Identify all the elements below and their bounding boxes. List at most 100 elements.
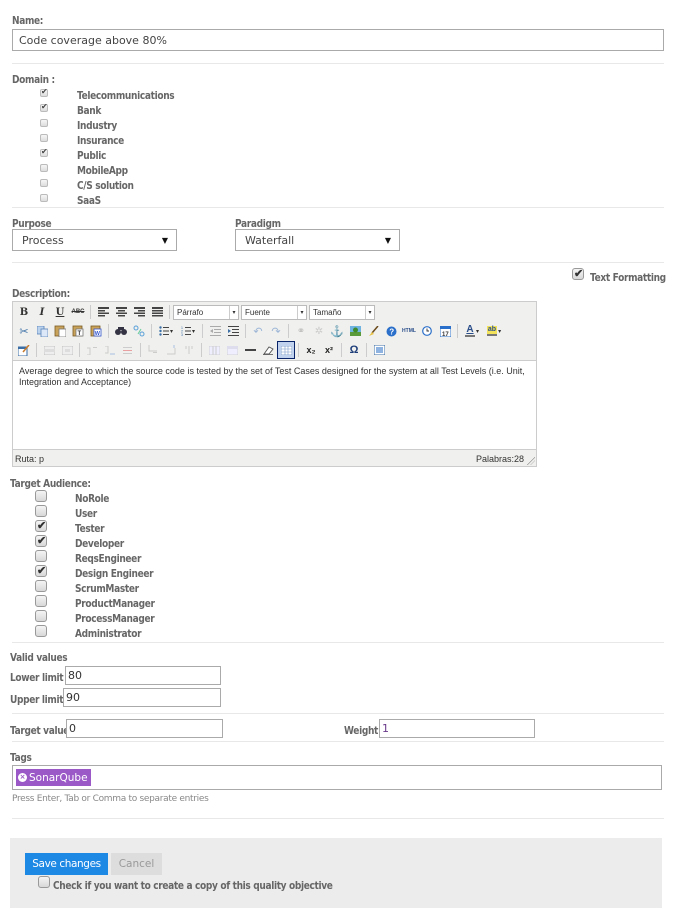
insert-col-before-icon[interactable] — [144, 341, 162, 359]
align-right-icon[interactable] — [130, 303, 148, 321]
domain-checkbox[interactable] — [40, 164, 48, 172]
create-copy-checkbox[interactable] — [38, 876, 50, 888]
target-value-input[interactable]: 0 — [66, 719, 223, 738]
chevron-down-icon: ▾ — [297, 305, 306, 319]
italic-icon[interactable]: I — [33, 303, 51, 321]
chevron-down-icon: ▼ — [384, 236, 391, 245]
remove-format-icon[interactable] — [259, 341, 277, 359]
subscript-icon[interactable]: x₂ — [302, 341, 320, 359]
check-icon: ✔ — [574, 268, 584, 280]
cancel-button[interactable]: Cancel — [111, 853, 162, 875]
audience-checkbox[interactable]: ✔ — [35, 535, 47, 547]
unlink-icon[interactable]: ✲ — [310, 322, 328, 340]
numbered-list-icon[interactable]: 1 2 3 ▾ — [177, 322, 199, 340]
paste-word-icon[interactable]: W — [87, 322, 105, 340]
indent-icon[interactable] — [224, 322, 242, 340]
delete-row-icon[interactable] — [119, 341, 137, 359]
name-label: Name: — [12, 15, 44, 27]
bold-icon[interactable]: B — [15, 303, 33, 321]
upper-limit-input[interactable]: 90 — [63, 688, 221, 707]
domain-checkbox[interactable]: ✔ — [40, 102, 48, 112]
lower-limit-input[interactable]: 80 — [65, 666, 221, 685]
paste-text-icon[interactable]: T — [69, 322, 87, 340]
check-icon: ✔ — [41, 147, 48, 156]
align-center-icon[interactable] — [112, 303, 130, 321]
audience-checkbox[interactable] — [35, 625, 47, 637]
toolbar-separator — [201, 343, 202, 357]
domain-checkbox[interactable]: ✔ — [40, 147, 48, 157]
paste-icon[interactable] — [51, 322, 69, 340]
audience-checkbox[interactable]: ✔ — [35, 565, 47, 577]
insert-time-icon[interactable] — [418, 322, 436, 340]
format-select[interactable]: Párrafo ▾ — [173, 304, 239, 320]
audience-option-label: Administrator — [75, 628, 142, 640]
description-textarea[interactable]: Average degree to which the source code … — [13, 360, 536, 450]
anchor-icon[interactable]: ⚓ — [328, 322, 346, 340]
delete-col-icon[interactable] — [180, 341, 198, 359]
align-left-icon[interactable] — [94, 303, 112, 321]
copy-icon[interactable] — [33, 322, 51, 340]
fullscreen-icon[interactable] — [370, 341, 388, 359]
domain-checkbox[interactable]: ✔ — [40, 87, 48, 97]
split-cells-icon[interactable] — [205, 341, 223, 359]
svg-text:T: T — [78, 331, 82, 337]
outdent-icon[interactable] — [206, 322, 224, 340]
cut-icon[interactable]: ✂ — [15, 322, 33, 340]
paradigm-select[interactable]: Waterfall ▼ — [235, 229, 400, 251]
audience-checkbox[interactable] — [35, 595, 47, 607]
tags-input[interactable]: × SonarQube — [12, 765, 662, 790]
find-icon[interactable] — [112, 322, 130, 340]
audience-checkbox[interactable] — [35, 610, 47, 622]
font-select[interactable]: Fuente ▾ — [241, 304, 307, 320]
underline-icon[interactable]: U — [51, 303, 69, 321]
replace-icon[interactable] — [130, 322, 148, 340]
resize-grip-icon[interactable] — [527, 457, 535, 465]
strikethrough-icon[interactable]: ABC — [69, 303, 87, 321]
horizontal-rule-icon[interactable] — [241, 341, 259, 359]
align-justify-icon[interactable] — [148, 303, 166, 321]
edit-css-icon[interactable] — [15, 341, 33, 359]
divider — [12, 207, 664, 208]
audience-checkbox[interactable] — [35, 505, 47, 517]
text-formatting-checkbox[interactable]: ✔ — [572, 268, 584, 280]
insert-col-after-icon[interactable] — [162, 341, 180, 359]
audience-checkbox[interactable] — [35, 550, 47, 562]
name-input[interactable]: Code coverage above 80% — [12, 29, 664, 51]
tags-label: Tags — [10, 752, 32, 764]
editor-toolbar-row-3: x₂ x² Ω — [15, 341, 388, 359]
purpose-select[interactable]: Process ▼ — [12, 229, 177, 251]
remove-tag-icon[interactable]: × — [18, 773, 27, 782]
save-changes-button[interactable]: Save changes — [25, 853, 108, 875]
link-icon[interactable]: ⚭ — [292, 322, 310, 340]
image-icon[interactable] — [346, 322, 364, 340]
weight-input[interactable]: 1 — [379, 719, 535, 738]
cleanup-icon[interactable] — [364, 322, 382, 340]
highlight-color-icon[interactable]: ab ▾ — [483, 322, 505, 340]
toolbar-separator — [90, 305, 91, 319]
text-color-icon[interactable]: A ▾ — [461, 322, 483, 340]
html-icon[interactable]: HTML — [400, 322, 418, 340]
undo-icon[interactable]: ↶ — [249, 322, 267, 340]
help-icon[interactable]: ? — [382, 322, 400, 340]
redo-icon[interactable]: ↷ — [267, 322, 285, 340]
superscript-icon[interactable]: x² — [320, 341, 338, 359]
table-cell-props-icon[interactable] — [58, 341, 76, 359]
insert-date-icon[interactable]: 17 — [436, 322, 454, 340]
audience-checkbox[interactable] — [35, 490, 47, 502]
insert-row-before-icon[interactable] — [83, 341, 101, 359]
merge-cells-icon[interactable] — [223, 341, 241, 359]
domain-checkbox[interactable] — [40, 194, 48, 202]
audience-checkbox[interactable] — [35, 580, 47, 592]
toolbar-separator — [298, 343, 299, 357]
domain-checkbox[interactable] — [40, 134, 48, 142]
table-row-props-icon[interactable] — [40, 341, 58, 359]
special-char-icon[interactable]: Ω — [345, 341, 363, 359]
size-select[interactable]: Tamaño ▾ — [309, 304, 375, 320]
insert-row-after-icon[interactable] — [101, 341, 119, 359]
svg-text:17: 17 — [442, 332, 449, 337]
visual-aid-icon[interactable] — [277, 341, 295, 359]
audience-checkbox[interactable]: ✔ — [35, 520, 47, 532]
domain-checkbox[interactable] — [40, 119, 48, 127]
domain-checkbox[interactable] — [40, 179, 48, 187]
bullet-list-icon[interactable]: ▾ — [155, 322, 177, 340]
